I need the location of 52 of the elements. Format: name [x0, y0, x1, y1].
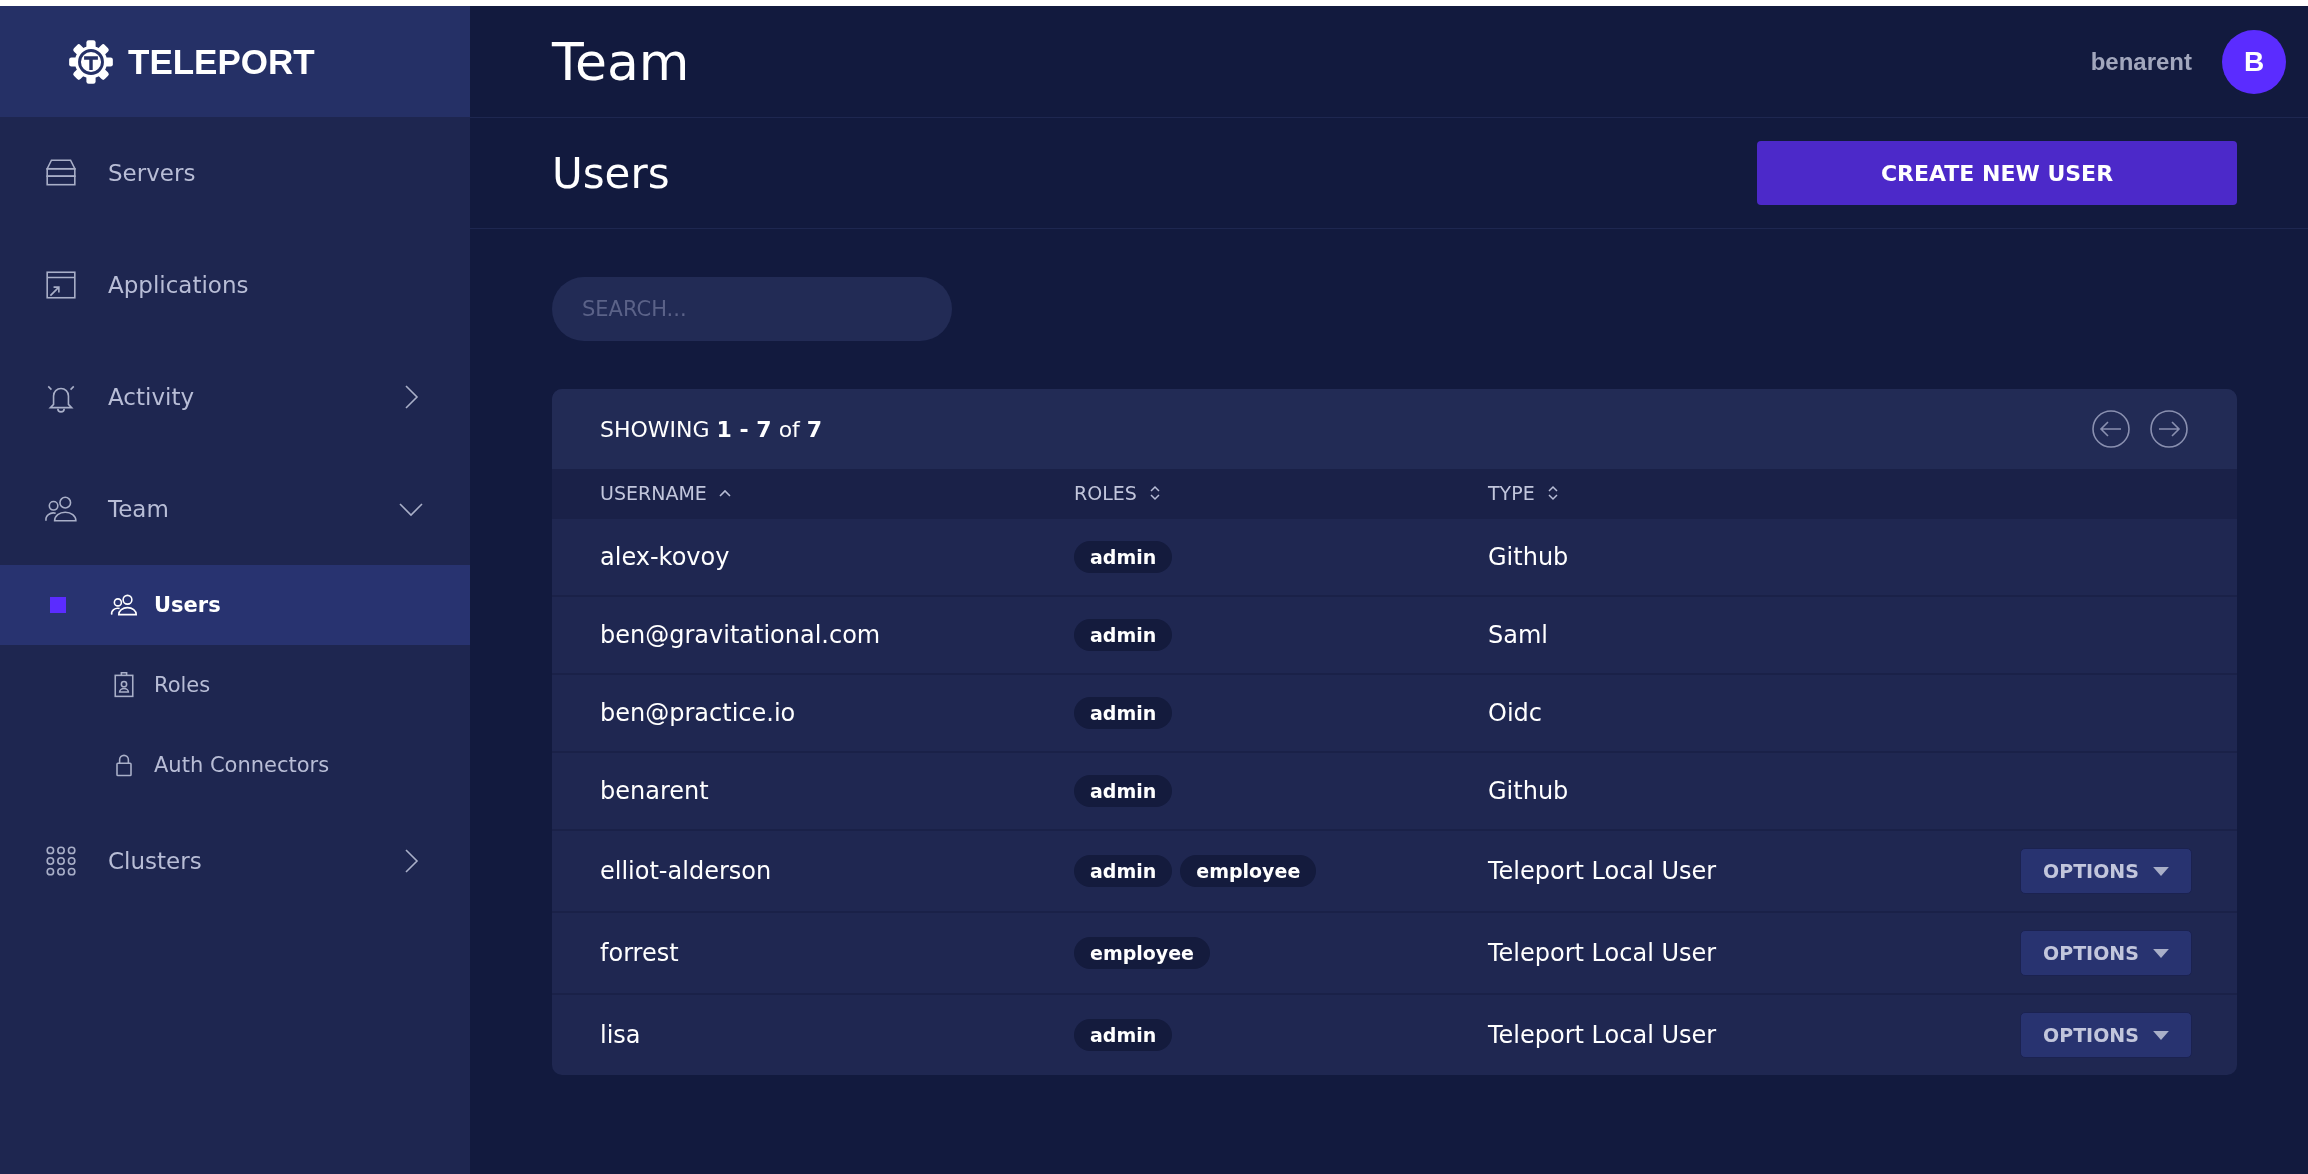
next-page-icon[interactable]	[2149, 409, 2189, 449]
options-button[interactable]: OPTIONS	[2020, 1012, 2192, 1058]
type-cell-text: Github	[1488, 777, 1570, 805]
username-cell-text: elliot-alderson	[600, 857, 773, 885]
username-cell-text: benarent	[600, 777, 710, 805]
previous-page-icon[interactable]	[2091, 409, 2131, 449]
type-cell-text: Teleport Local User	[1488, 1021, 1718, 1049]
role-tag: admin	[1074, 775, 1173, 807]
username-cell-text: lisa	[600, 1021, 642, 1049]
username-cell-text: forrest	[600, 939, 680, 967]
caret-icon	[2152, 1030, 2169, 1040]
section-title: Users	[552, 148, 670, 198]
create-user-button[interactable]: CREATE NEW USER	[1757, 141, 2237, 205]
page-title: Team	[552, 31, 691, 92]
column-header[interactable]: TYPE	[1488, 482, 2189, 504]
options-button[interactable]: OPTIONS	[2020, 930, 2192, 976]
avatar[interactable]: B	[2222, 29, 2286, 94]
grid-icon	[44, 844, 78, 878]
username-cell-text: alex-kovoy	[600, 543, 731, 571]
role-tag: admin	[1074, 855, 1173, 887]
type-cell-text: Teleport Local User	[1488, 939, 1718, 967]
pagination-info: SHOWING 1 - 7 of 7	[600, 416, 824, 442]
type-cell-text: Teleport Local User	[1488, 857, 1718, 885]
options-button[interactable]: OPTIONS	[2020, 848, 2192, 894]
role-tag: admin	[1074, 541, 1173, 573]
caret-icon	[2152, 948, 2169, 958]
sidebar-item[interactable]: Team	[0, 453, 470, 565]
username: benarent	[2090, 47, 2192, 76]
sidebar-item[interactable]: Clusters	[0, 805, 470, 917]
role-tag: admin	[1074, 619, 1173, 651]
column-header[interactable]: ROLES	[1074, 482, 1488, 504]
sidebar-subitem[interactable]: Auth Connectors	[0, 725, 470, 805]
selection-marker	[50, 597, 66, 613]
role-tag: employee	[1074, 937, 1210, 969]
type-cell-text: Saml	[1488, 621, 1549, 649]
username-cell-text: ben@gravitational.com	[600, 621, 882, 649]
sidebar-subitem[interactable]: Roles	[0, 645, 470, 725]
sidebar-item[interactable]: Applications	[0, 229, 470, 341]
brand-name: TELEPORT	[128, 41, 315, 82]
role-tag: admin	[1074, 1019, 1173, 1051]
sidebar-subitem[interactable]: Users	[0, 565, 470, 645]
type-cell-text: Oidc	[1488, 699, 1543, 727]
sidebar-item[interactable]: Servers	[0, 117, 470, 229]
caret-icon	[2152, 866, 2169, 876]
sidebar-item[interactable]: Activity	[0, 341, 470, 453]
role-tag: employee	[1180, 855, 1317, 887]
type-cell-text: Github	[1488, 543, 1570, 571]
role-tag: admin	[1074, 697, 1173, 729]
search-field[interactable]: SEARCH...	[552, 277, 952, 341]
gear-logo-icon	[68, 38, 114, 85]
column-header[interactable]: USERNAME	[600, 482, 1074, 504]
username-cell-text: ben@practice.io	[600, 699, 797, 727]
